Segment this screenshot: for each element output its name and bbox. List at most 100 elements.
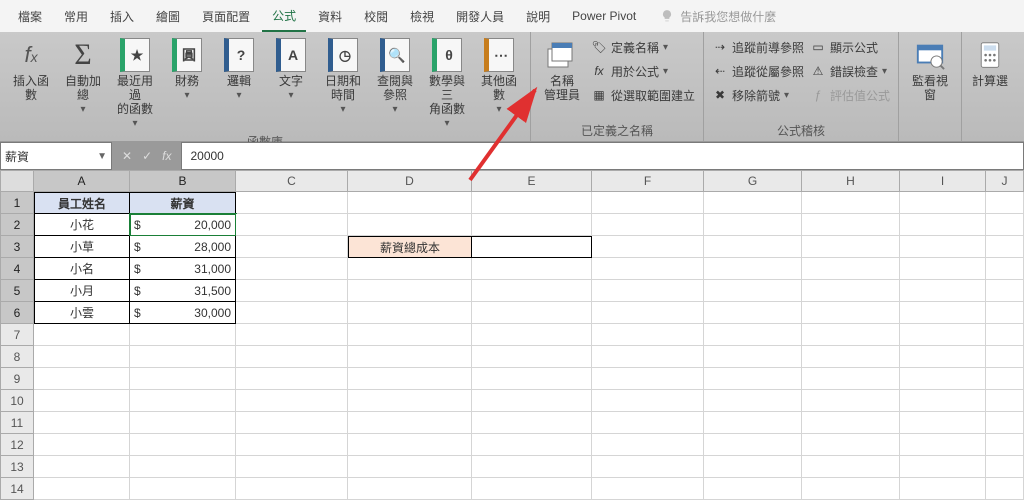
evaluate-formula-button[interactable]: ƒ 評估值公式 (810, 84, 890, 106)
cell-E5[interactable] (472, 280, 592, 302)
cell[interactable] (802, 390, 900, 412)
cell[interactable] (704, 346, 802, 368)
cell[interactable] (34, 368, 130, 390)
cell-B3[interactable]: $28,000 (130, 236, 236, 258)
row-header[interactable]: 2 (0, 214, 34, 236)
cell[interactable] (986, 412, 1024, 434)
cell[interactable] (472, 456, 592, 478)
cell[interactable] (592, 434, 704, 456)
cell[interactable] (900, 390, 986, 412)
trace-precedents-button[interactable]: ⇢ 追蹤前導參照 (712, 36, 804, 58)
row-header[interactable]: 13 (0, 456, 34, 478)
cell[interactable] (348, 412, 472, 434)
tab-view[interactable]: 檢視 (400, 2, 444, 31)
cell-J3[interactable] (986, 236, 1024, 258)
cell[interactable] (592, 324, 704, 346)
cell-A6[interactable]: 小雲 (34, 302, 130, 324)
cell[interactable] (900, 456, 986, 478)
cell[interactable] (704, 412, 802, 434)
col-header-F[interactable]: F (592, 170, 704, 192)
cell-B2[interactable]: $20,000 (130, 214, 236, 236)
row-header[interactable]: 1 (0, 192, 34, 214)
tab-insert[interactable]: 插入 (100, 2, 144, 31)
cell-E1[interactable] (472, 192, 592, 214)
cell-G5[interactable] (704, 280, 802, 302)
col-header-I[interactable]: I (900, 170, 986, 192)
cell-J2[interactable] (986, 214, 1024, 236)
cell[interactable] (704, 434, 802, 456)
remove-arrows-button[interactable]: ✖ 移除箭號 ▾ (712, 84, 804, 106)
datetime-button[interactable]: ◷ 日期和 時間 ▾ (320, 36, 366, 117)
cell[interactable] (900, 478, 986, 500)
cell-E2[interactable] (472, 214, 592, 236)
lookup-button[interactable]: 🔍 查閱與 參照 ▾ (372, 36, 418, 117)
fx-icon[interactable]: fx (162, 149, 171, 163)
col-header-B[interactable]: B (130, 170, 236, 192)
cell[interactable] (236, 368, 348, 390)
cell[interactable] (236, 324, 348, 346)
cell[interactable] (34, 412, 130, 434)
cell-A5[interactable]: 小月 (34, 280, 130, 302)
cell[interactable] (900, 434, 986, 456)
cell-F6[interactable] (592, 302, 704, 324)
cell-I6[interactable] (900, 302, 986, 324)
cell[interactable] (592, 412, 704, 434)
cell-A4[interactable]: 小名 (34, 258, 130, 280)
cell-B5[interactable]: $31,500 (130, 280, 236, 302)
cell-C2[interactable] (236, 214, 348, 236)
cell[interactable] (34, 478, 130, 500)
cell[interactable] (802, 324, 900, 346)
col-header-D[interactable]: D (348, 170, 472, 192)
cell-H3[interactable] (802, 236, 900, 258)
cell[interactable] (592, 456, 704, 478)
cell-C3[interactable] (236, 236, 348, 258)
cell[interactable] (802, 412, 900, 434)
cell[interactable] (236, 434, 348, 456)
cell[interactable] (472, 478, 592, 500)
tab-file[interactable]: 檔案 (8, 2, 52, 31)
cell[interactable] (986, 456, 1024, 478)
cell[interactable] (236, 478, 348, 500)
cell[interactable] (236, 346, 348, 368)
col-header-H[interactable]: H (802, 170, 900, 192)
cell[interactable] (472, 412, 592, 434)
cell[interactable] (986, 324, 1024, 346)
row-header[interactable]: 14 (0, 478, 34, 500)
cell-C5[interactable] (236, 280, 348, 302)
tab-review[interactable]: 校閱 (354, 2, 398, 31)
formula-enter-button[interactable]: ✓ (142, 149, 152, 163)
cell[interactable] (704, 324, 802, 346)
chevron-down-icon[interactable]: ▼ (97, 151, 107, 162)
cell[interactable] (900, 412, 986, 434)
cell-J4[interactable] (986, 258, 1024, 280)
cell[interactable] (348, 324, 472, 346)
cell-H6[interactable] (802, 302, 900, 324)
cell[interactable] (802, 346, 900, 368)
trace-dependents-button[interactable]: ⇠ 追蹤從屬參照 (712, 60, 804, 82)
cell-F2[interactable] (592, 214, 704, 236)
row-header[interactable]: 6 (0, 302, 34, 324)
cell-J1[interactable] (986, 192, 1024, 214)
cell[interactable] (34, 456, 130, 478)
cell[interactable] (802, 434, 900, 456)
cell[interactable] (986, 390, 1024, 412)
cell-E4[interactable] (472, 258, 592, 280)
cell-D3[interactable]: 薪資總成本 (348, 236, 472, 258)
cell[interactable] (236, 456, 348, 478)
col-header-J[interactable]: J (986, 170, 1024, 192)
cell[interactable] (348, 346, 472, 368)
cell-B6[interactable]: $30,000 (130, 302, 236, 324)
tab-formulas[interactable]: 公式 (262, 1, 306, 32)
cell-G2[interactable] (704, 214, 802, 236)
create-from-selection-button[interactable]: ▦ 從選取範圍建立 (591, 84, 695, 106)
cell[interactable] (348, 434, 472, 456)
cell-B4[interactable]: $31,000 (130, 258, 236, 280)
tell-me-search[interactable]: 告訴我您想做什麼 (660, 8, 776, 25)
cell[interactable] (130, 412, 236, 434)
cell-C1[interactable] (236, 192, 348, 214)
cell[interactable] (348, 390, 472, 412)
col-header-A[interactable]: A (34, 170, 130, 192)
cell[interactable] (130, 456, 236, 478)
row-header[interactable]: 11 (0, 412, 34, 434)
col-header-E[interactable]: E (472, 170, 592, 192)
